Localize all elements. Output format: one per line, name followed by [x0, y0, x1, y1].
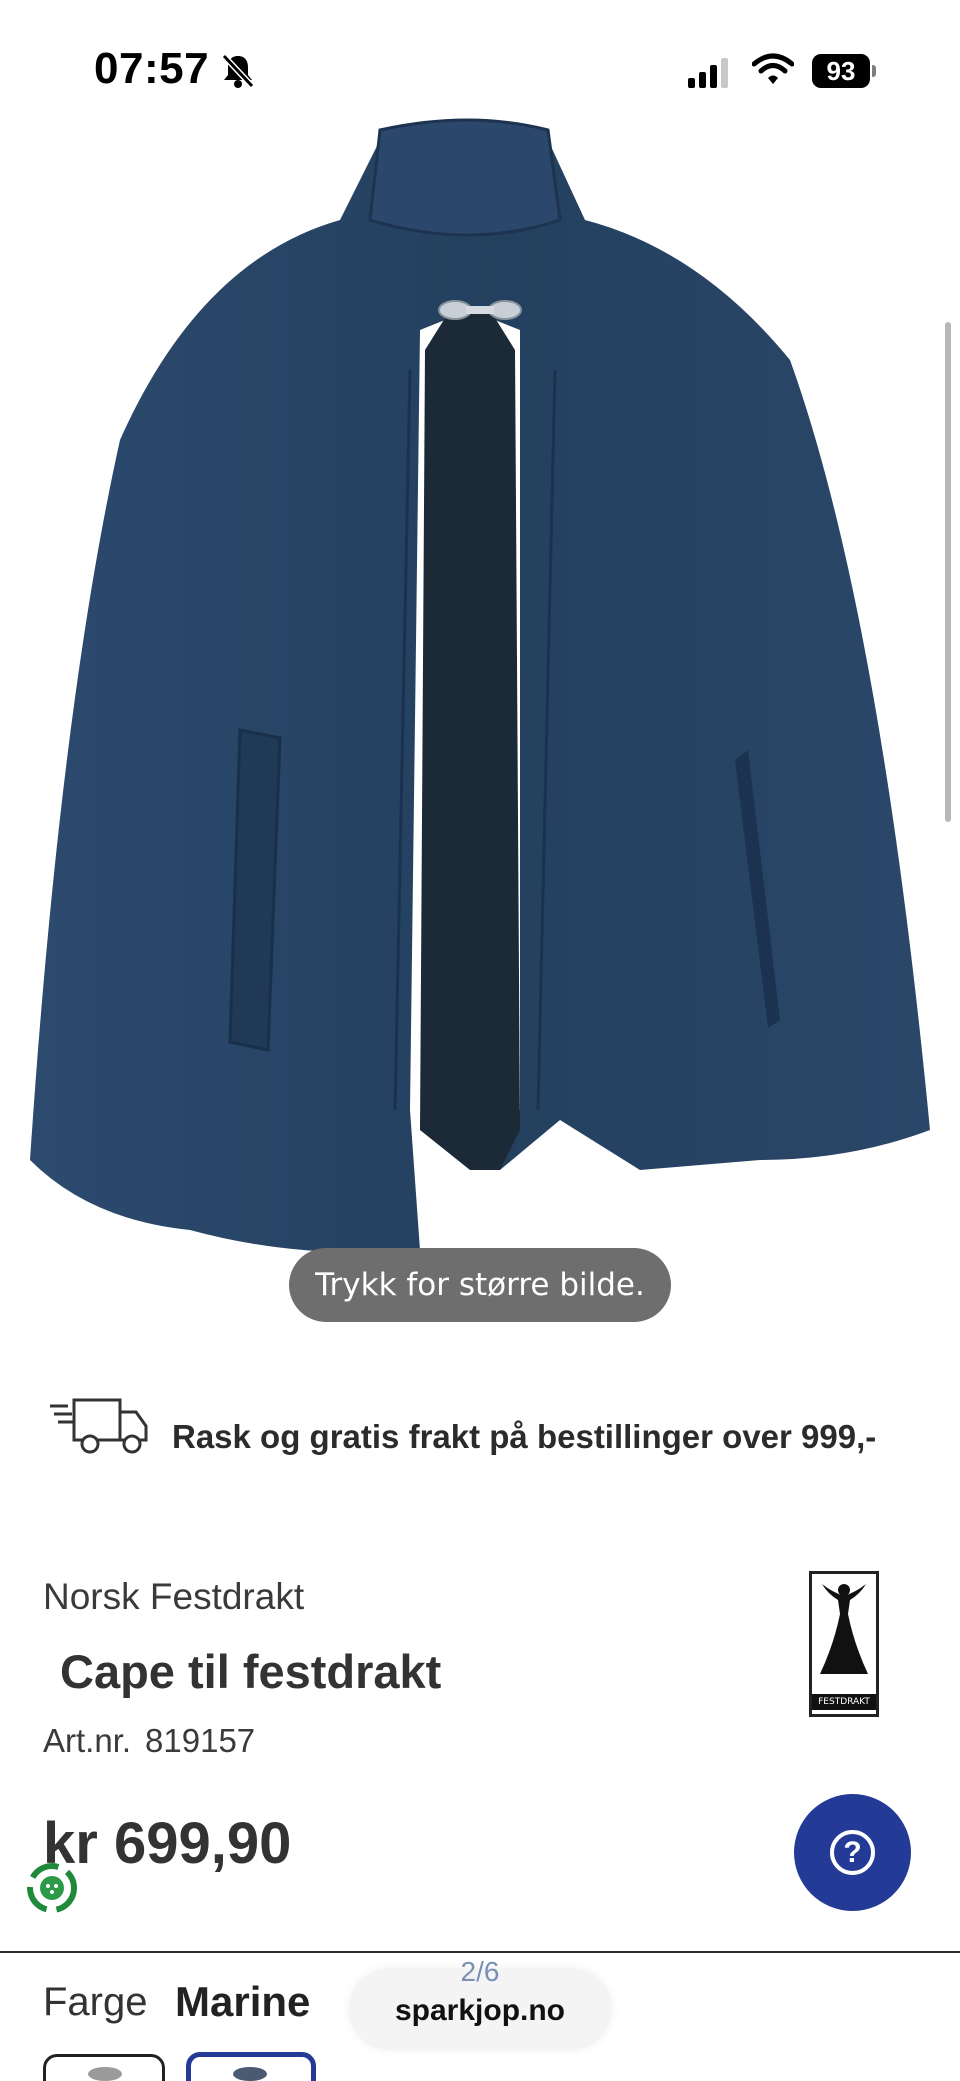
- battery-icon: 93: [812, 54, 876, 88]
- brand-name[interactable]: Norsk Festdrakt: [43, 1576, 304, 1618]
- delivery-truck-icon: [50, 1398, 148, 1454]
- battery-level: 93: [812, 54, 870, 88]
- brand-logo-text: FESTDRAKT: [812, 1694, 876, 1710]
- question-mark-icon: ?: [830, 1830, 875, 1875]
- divider: [0, 1951, 960, 1953]
- help-button[interactable]: ?: [794, 1794, 911, 1911]
- color-swatch-selected[interactable]: [186, 2052, 316, 2081]
- bell-slash-icon: [221, 53, 255, 89]
- dancer-silhouette-icon: [820, 1584, 868, 1674]
- shipping-banner: Rask og gratis frakt på bestillinger ove…: [50, 1396, 930, 1466]
- wifi-icon: [752, 53, 794, 84]
- status-time: 07:57: [94, 44, 210, 93]
- tab-counter: 2/6: [460, 1956, 500, 1987]
- zoom-hint-button[interactable]: Trykk for større bilde.: [289, 1248, 671, 1322]
- brand-logo[interactable]: FESTDRAKT: [809, 1571, 879, 1717]
- image-scrollbar[interactable]: [945, 322, 951, 822]
- article-value: 819157: [145, 1722, 256, 1759]
- article-label: Art.nr.: [43, 1722, 132, 1759]
- product-title: Cape til festdrakt: [60, 1645, 442, 1698]
- color-swatch-option[interactable]: [43, 2054, 165, 2081]
- cellular-signal-icon: [688, 58, 728, 88]
- product-image[interactable]: [0, 110, 960, 1270]
- shipping-text: Rask og gratis frakt på bestillinger ove…: [172, 1418, 877, 1455]
- article-number: Art.nr. 819157: [43, 1722, 255, 1760]
- browser-url[interactable]: sparkjop.no: [0, 1994, 960, 2028]
- recycle-icon[interactable]: [16, 1852, 88, 1924]
